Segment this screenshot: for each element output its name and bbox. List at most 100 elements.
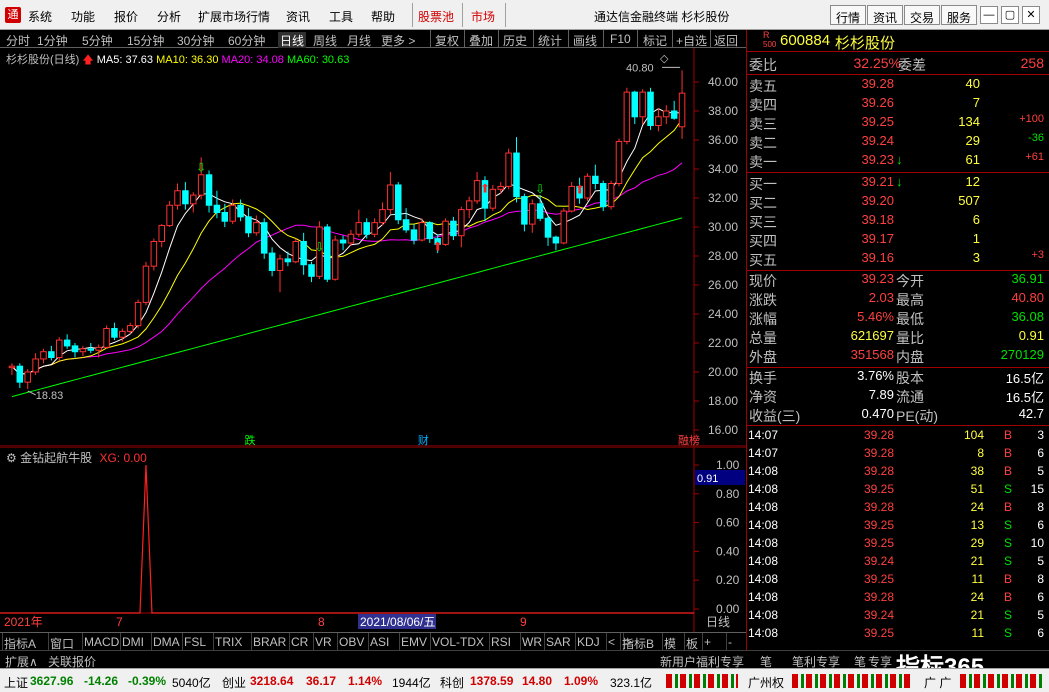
bid-price: 39.20 [861, 193, 894, 208]
tab-separator [399, 633, 400, 651]
stat-value: 5.46% [857, 309, 894, 324]
trade-price: 39.25 [863, 518, 894, 532]
indicator-tab[interactable]: FSL [184, 635, 206, 649]
tab-daily[interactable]: 日线 [278, 32, 307, 49]
tab-15min[interactable]: 15分钟 [127, 32, 164, 49]
tab-monthly[interactable]: 月线 [347, 32, 371, 49]
candle-body [103, 328, 110, 348]
menu-function[interactable]: 功能 [71, 8, 95, 25]
candle-body [387, 184, 394, 211]
indicator-tab[interactable]: KDJ [577, 635, 600, 649]
indicator-tab[interactable]: - [728, 635, 732, 649]
status-bar: 上证 3627.96 -14.26 -0.39% 5040亿 创业 3218.6… [0, 668, 1049, 692]
menu-analysis[interactable]: 分析 [157, 8, 181, 25]
indicator-tab[interactable]: RSI [491, 635, 511, 649]
indicator-tab[interactable]: VR [315, 635, 332, 649]
indicator-tab[interactable]: ASI [370, 635, 389, 649]
period-toolbar: 分时 1分钟 5分钟 15分钟 30分钟 60分钟 日线 周线 月线 更多 > … [0, 30, 746, 49]
gear-icon[interactable]: ⚙ [6, 451, 17, 465]
bid-price: 39.17 [861, 231, 894, 246]
tab-1min[interactable]: 1分钟 [37, 32, 68, 49]
indicator-tab[interactable]: DMA [153, 635, 180, 649]
indicator-tab[interactable]: OBV [339, 635, 364, 649]
indicator-tab[interactable]: WR [522, 635, 542, 649]
indicator-tab[interactable]: TRIX [215, 635, 242, 649]
fundamental-value: 3.76% [857, 368, 894, 383]
trade-price: 39.25 [863, 482, 894, 496]
trade-price: 39.28 [863, 428, 894, 442]
candle-body [355, 222, 363, 235]
y-tick-label: 28.00 [708, 249, 738, 263]
draw-line-button[interactable]: 画线 [573, 32, 597, 49]
fundamental-value-2: 16.5亿 [1005, 371, 1044, 386]
ma20-label: MA20: 34.08 [221, 54, 284, 66]
bid-volume: 3 [972, 250, 980, 265]
trade-direction: S [1004, 608, 1013, 622]
stat-value-2: 0.91 [1018, 328, 1044, 343]
tab-fenshi[interactable]: 分时 [6, 32, 30, 49]
stat-label: 现价 [749, 273, 777, 289]
indicator-chart[interactable]: 1.000.91 0.80 0.60 0.40 0.20 0.00 2021年 7 8 2021/… [0, 447, 746, 632]
y-tick-label: 40.00 [708, 75, 738, 89]
menu-system[interactable]: 系统 [28, 8, 52, 25]
trade-time: 14:08 [748, 536, 779, 550]
bid-label: 买二 [749, 195, 777, 211]
trade-price: 39.24 [863, 554, 894, 568]
candle-body [584, 175, 591, 199]
menu-extended-market[interactable]: 扩展市场行情 [198, 8, 270, 25]
right-bottom-tabs: 笔 笔利专享 笔 专享 指标365 [746, 650, 1049, 681]
tab-weekly[interactable]: 周线 [313, 32, 337, 49]
trade-count: 5 [1037, 464, 1044, 478]
menu-market[interactable]: 市场 [471, 8, 495, 25]
green-down-arrow-icon: ⇩ [535, 182, 545, 196]
indicator-tab[interactable]: VOL-TDX [432, 635, 484, 649]
indicator-tab[interactable]: BRAR [253, 635, 286, 649]
sh-value: 3627.96 [30, 674, 74, 688]
back-button[interactable]: 返回 [714, 32, 738, 49]
candle-body [418, 222, 426, 241]
indicator-tab[interactable]: DMI [122, 635, 144, 649]
y-tick-label: 32.00 [708, 191, 738, 205]
add-favorite-button[interactable]: +自选 [676, 32, 707, 49]
candle-body [331, 239, 339, 280]
overlay-button[interactable]: 叠加 [469, 32, 493, 49]
trade-count: 6 [1037, 590, 1044, 604]
candle-body [150, 241, 158, 267]
mark-button[interactable]: 标记 [643, 32, 667, 49]
tab-5min[interactable]: 5分钟 [82, 32, 113, 49]
history-button[interactable]: 历史 [503, 32, 527, 49]
indicator-tab[interactable]: MACD [84, 635, 119, 649]
fuquan-button[interactable]: 复权 [435, 32, 459, 49]
indicator-tab[interactable]: EMV [401, 635, 427, 649]
weibi-label: 委比 [749, 57, 777, 73]
menu-help[interactable]: 帮助 [371, 8, 395, 25]
bid-label: 买三 [749, 214, 777, 230]
menu-tools[interactable]: 工具 [329, 8, 353, 25]
menu-stock-pool[interactable]: 股票池 [418, 8, 454, 25]
ask-volume: 7 [972, 95, 980, 110]
high-price-label: 40.80 [626, 62, 654, 74]
stat-value-2: 36.91 [1011, 271, 1044, 286]
tab-30min[interactable]: 30分钟 [177, 32, 214, 49]
tab-60min[interactable]: 60分钟 [228, 32, 265, 49]
tab-more[interactable]: 更多 > [381, 32, 415, 49]
f10-button[interactable]: F10 [610, 32, 631, 46]
trade-count: 15 [1030, 482, 1044, 496]
menu-quote[interactable]: 报价 [114, 8, 138, 25]
stat-label-2: 最低 [896, 311, 924, 327]
candlestick-chart[interactable]: 40.00 38.00 36.00 34.00 32.00 30.00 28.00 26.00… [0, 48, 746, 447]
indicator-tab[interactable]: < [608, 635, 615, 649]
indicator-tab[interactable]: CR [291, 635, 308, 649]
trade-price: 39.25 [863, 626, 894, 640]
trade-time: 14:08 [748, 554, 779, 568]
sub-tick-label: 0.00 [716, 602, 740, 616]
candle-body [134, 301, 142, 327]
candle-body [402, 219, 410, 231]
menu-news[interactable]: 资讯 [286, 8, 310, 25]
indicator-tab[interactable]: + [704, 635, 711, 649]
indicator-tab[interactable]: SAR [546, 635, 571, 649]
candle-body [32, 358, 39, 373]
candle-body [647, 91, 654, 126]
statistics-button[interactable]: 统计 [538, 32, 562, 49]
tab-separator [289, 633, 290, 651]
